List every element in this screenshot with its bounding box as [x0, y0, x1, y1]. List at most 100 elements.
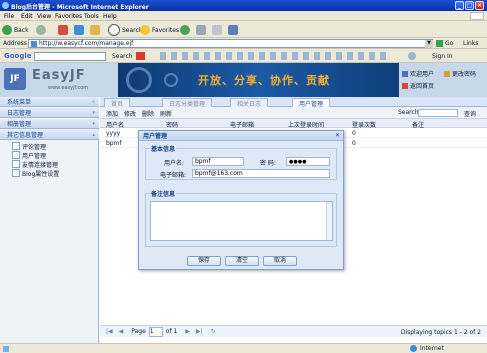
header-banner: 开放、分享、协作、贡献	[118, 63, 399, 97]
minimize-button[interactable]: _	[455, 1, 464, 10]
add-button[interactable]: 添加	[106, 109, 118, 118]
sidebar-item-users[interactable]: 用户管理	[12, 151, 46, 160]
basic-info-fieldset: 基本信息 用户名: bpmf 密 码: ●●●● 电子邮箱: bpmf@163.…	[145, 144, 337, 180]
cancel-button[interactable]: 取消	[263, 256, 297, 266]
chevron-down-icon: ▾	[92, 110, 95, 116]
links-label[interactable]: Links	[463, 40, 478, 47]
menu-favorites[interactable]: Favorites	[55, 13, 82, 20]
email-input[interactable]: bpmf@163.com	[192, 169, 330, 178]
google-logo: Google	[4, 52, 32, 60]
first-page-icon[interactable]: |◀	[106, 328, 113, 335]
welcome-user-link[interactable]: 欢迎用户	[402, 69, 434, 78]
save-button[interactable]: 保存	[187, 256, 221, 266]
page-input[interactable]: 1	[148, 326, 163, 337]
menu-bar: File Edit View Favorites Tools Help	[0, 11, 487, 21]
google-search-button[interactable]: Search	[112, 53, 133, 60]
refresh-button[interactable]	[74, 24, 84, 36]
panel-label: 相册管理	[7, 121, 32, 128]
menu-tools[interactable]: Tools	[84, 13, 99, 20]
ie-toolbar: Back Search Favorites	[0, 21, 487, 38]
column-username[interactable]: 用户名	[106, 120, 124, 129]
tab-strip: 首页 日志分类管理 相关日志 用户管理	[100, 97, 487, 108]
print-button[interactable]	[212, 24, 222, 36]
page-label: Page	[131, 328, 146, 335]
clear-button[interactable]: 清空	[225, 256, 259, 266]
next-page-icon[interactable]: ▶	[185, 328, 190, 335]
menu-view[interactable]: View	[37, 13, 51, 20]
password-input[interactable]: ●●●●	[286, 157, 330, 166]
back-button[interactable]: Back	[2, 24, 29, 36]
refresh-button[interactable]: 刷新	[160, 109, 172, 118]
forward-button[interactable]	[36, 24, 46, 36]
mail-button[interactable]	[196, 24, 206, 36]
title-bar: Blog后台管理 - Microsoft Internet Explorer _…	[0, 0, 487, 11]
prev-page-icon[interactable]: ◀	[119, 328, 124, 335]
grid-search-input[interactable]	[418, 109, 458, 117]
user-edit-dialog: 用户管理 ✕ 基本信息 用户名: bpmf 密 码: ●●●● 电子邮箱: bp…	[138, 130, 344, 270]
stop-icon	[58, 25, 68, 35]
delete-button[interactable]: 删除	[142, 109, 154, 118]
google-search-input[interactable]	[34, 52, 106, 61]
username-input[interactable]: bpmf	[192, 157, 244, 166]
sidebar-panel-album[interactable]: 相册管理 ▾	[0, 119, 99, 129]
toolbar-icons	[160, 52, 390, 60]
zone-label: Internet	[420, 345, 444, 352]
sidebar: 系统菜单 « 日志管理 ▾ 相册管理 ▾ 其它信息管理 ▴ 评论管理 用户管理 …	[0, 97, 99, 347]
refresh-page-icon[interactable]: ↻	[211, 328, 216, 335]
edit-button[interactable]: 修改	[124, 109, 136, 118]
chevron-up-icon: ▴	[92, 132, 95, 138]
ie-icon	[2, 2, 9, 9]
edit-button[interactable]	[228, 24, 238, 36]
close-button[interactable]: ×	[475, 1, 484, 10]
favorites-button[interactable]: Favorites	[140, 24, 179, 36]
menu-edit[interactable]: Edit	[21, 13, 33, 20]
of-label: of 1	[165, 328, 178, 335]
dialog-close-icon[interactable]: ✕	[335, 132, 340, 139]
column-email[interactable]: 电子邮箱	[230, 120, 254, 129]
search-button[interactable]: Search	[108, 24, 143, 36]
leaf-icon	[12, 151, 20, 159]
settings-icon[interactable]	[408, 52, 416, 60]
sidebar-item-blog-settings[interactable]: Blog属性设置	[12, 169, 59, 178]
column-login-count[interactable]: 登录次数	[352, 120, 376, 129]
dialog-header[interactable]: 用户管理 ✕	[139, 131, 343, 141]
menu-file[interactable]: File	[4, 13, 14, 20]
tab-user-management[interactable]: 用户管理	[292, 98, 331, 108]
sidebar-item-links[interactable]: 友情连接管理	[12, 160, 58, 169]
change-password-link[interactable]: 更改密码	[444, 69, 476, 78]
sidebar-item-comments[interactable]: 评论管理	[12, 142, 46, 151]
cell-login-count: 0	[352, 130, 356, 137]
history-button[interactable]	[180, 24, 190, 36]
tab-related-log[interactable]: 相关日志	[230, 98, 269, 108]
tab-home[interactable]: 首页	[104, 98, 131, 108]
home-link[interactable]: 返回首页	[402, 81, 434, 90]
leaf-icon	[12, 169, 20, 177]
sidebar-panel-blog[interactable]: 日志管理 ▾	[0, 108, 99, 118]
address-input[interactable]: http://w.easycf.com/manage.ejf	[28, 39, 433, 48]
column-password[interactable]: 密码	[166, 120, 178, 129]
tab-log-category[interactable]: 日志分类管理	[162, 98, 213, 108]
sign-in-link[interactable]: Sign In	[432, 53, 453, 60]
cell-username: yyyy	[106, 130, 121, 137]
query-button[interactable]: 查询	[464, 109, 476, 118]
panel-label: 其它信息管理	[7, 132, 44, 139]
go-button[interactable]: Go	[436, 39, 453, 48]
edit-icon	[228, 25, 238, 35]
forward-arrow-icon	[36, 25, 46, 35]
textarea-scrollbar[interactable]	[326, 202, 332, 240]
sidebar-panel-system-menu[interactable]: 系统菜单 «	[0, 97, 99, 107]
mail-icon	[196, 25, 206, 35]
column-last-login[interactable]: 上次登录时间	[288, 120, 324, 129]
status-page-icon	[3, 346, 9, 352]
go-arrow-icon	[436, 40, 443, 47]
home-button[interactable]	[90, 24, 100, 36]
address-dropdown-button[interactable]: ▼	[425, 40, 433, 48]
column-note[interactable]: 备注	[412, 120, 424, 129]
sidebar-panel-other[interactable]: 其它信息管理 ▴	[0, 130, 99, 140]
stop-button[interactable]	[58, 24, 68, 36]
note-textarea[interactable]	[150, 201, 333, 241]
address-bar: Address http://w.easycf.com/manage.ejf ▼…	[0, 38, 487, 49]
menu-help[interactable]: Help	[103, 13, 117, 20]
last-page-icon[interactable]: ▶|	[196, 328, 203, 335]
maximize-button[interactable]: □	[465, 1, 474, 10]
